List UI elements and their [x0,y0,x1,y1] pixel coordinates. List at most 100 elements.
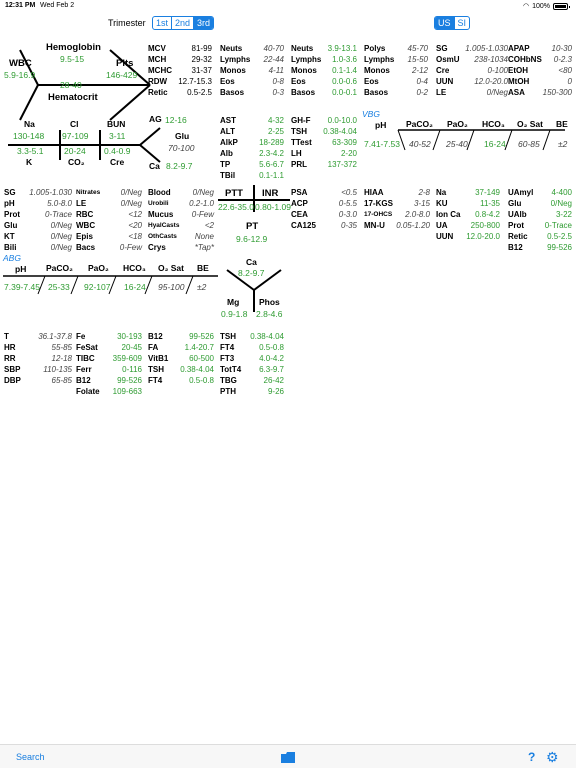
bmp-cl-label[interactable]: Cl [70,119,79,129]
lab-row[interactable]: SG 1.005-1.030 [4,187,72,198]
mineral-ca-label[interactable]: Ca [246,257,257,267]
lab-row[interactable]: FA 1.4-20.7 [148,342,214,353]
vbg-pao2-label[interactable]: PaO₂ [447,119,468,129]
bmp-cre-label[interactable]: Cre [110,157,124,167]
lab-row[interactable]: TP 5.6-6.7 [220,159,284,170]
abg-paco2-label[interactable]: PaCO₂ [46,263,73,273]
lab-row[interactable]: MCHC 31-37 [148,65,212,76]
lab-row[interactable]: HIAA 2-8 [364,187,430,198]
lab-row[interactable]: LE 0/Neg [76,198,142,209]
lab-row[interactable]: pH 5.0-8.0 [4,198,72,209]
lab-row[interactable]: WBC <20 [76,220,142,231]
bmp-ag-label[interactable]: AG [149,114,162,124]
lab-row[interactable]: Prot 0-Trace [4,209,72,220]
vbg-hco3-label[interactable]: HCO₃ [482,119,505,129]
lab-row[interactable]: MtOH 0 [508,76,572,87]
lab-row[interactable]: Bili 0/Neg [4,242,72,253]
lab-row[interactable]: Bacs 0-Few [76,242,142,253]
lab-row[interactable]: RR 12-18 [4,353,72,364]
bmp-bun-label[interactable]: BUN [107,119,125,129]
lab-row[interactable]: AlkP 18-289 [220,137,284,148]
lab-row[interactable]: B12 99-526 [148,331,214,342]
lab-row[interactable]: MCH 29-32 [148,54,212,65]
lab-row[interactable]: FeSat 20-45 [76,342,142,353]
lab-row[interactable]: HR 55-85 [4,342,72,353]
lab-row[interactable]: Blood 0/Neg [148,187,214,198]
lab-row[interactable]: Eos 0.0-0.6 [291,76,357,87]
lab-row[interactable]: Ferr 0-116 [76,364,142,375]
lab-row[interactable]: PSA <0.5 [291,187,357,198]
lab-row[interactable]: Retic 0.5-2.5 [508,231,572,242]
lab-row[interactable]: ACP 0-5.5 [291,198,357,209]
lab-row[interactable]: UAmyl 4-400 [508,187,572,198]
lab-row[interactable]: RBC <12 [76,209,142,220]
help-icon[interactable]: ? [528,750,535,764]
cbc-plts-label[interactable]: Plts [116,58,133,69]
lab-row[interactable]: Polys 45-70 [364,43,428,54]
lab-row[interactable]: LH 2-20 [291,148,357,159]
vbg-o2sat-label[interactable]: O₂ Sat [517,119,543,129]
lab-row[interactable]: SBP 110-135 [4,364,72,375]
lab-row[interactable]: Basos 0-3 [220,87,284,98]
cbc-hematocrit-label[interactable]: Hematocrit [48,92,98,103]
lab-row[interactable]: TotT4 6.3-9.7 [220,364,284,375]
lab-row[interactable]: Nitrates 0/Neg [76,187,142,198]
search-button[interactable]: Search [16,752,45,762]
lab-row[interactable]: ASA 150-300 [508,87,572,98]
lab-row[interactable]: UAlb 3-22 [508,209,572,220]
coag-pt-label[interactable]: PT [246,221,258,232]
lab-row[interactable]: TIBC 359-609 [76,353,142,364]
lab-row[interactable]: MN-U 0.05-1.20 [364,220,430,231]
lab-row[interactable]: LE 0/Neg [436,87,508,98]
lab-row[interactable]: Epis <18 [76,231,142,242]
lab-row[interactable]: TBil 0.1-1.1 [220,170,284,181]
lab-row[interactable]: Mucus 0-Few [148,209,214,220]
lab-row[interactable]: SG 1.005-1.030 [436,43,508,54]
lab-row[interactable]: RDW 12.7-15.3 [148,76,212,87]
coag-inr-label[interactable]: INR [262,188,278,199]
lab-row[interactable]: OthCasts None [148,231,214,242]
lab-row[interactable]: UA 250-800 [436,220,500,231]
lab-row[interactable]: TTest 63-309 [291,137,357,148]
lab-row[interactable]: Folate 109-663 [76,386,142,397]
lab-row[interactable]: TSH 0.38-4.04 [220,331,284,342]
lab-row[interactable]: PRL 137-372 [291,159,357,170]
lab-row[interactable]: OsmU 238-1034 [436,54,508,65]
abg-o2sat-label[interactable]: O₂ Sat [158,263,184,273]
lab-row[interactable]: UUN 12.0-20.0 [436,231,500,242]
lab-row[interactable]: 17-KGS 3-15 [364,198,430,209]
lab-row[interactable]: Ion Ca 0.8-4.2 [436,209,500,220]
lab-row[interactable]: ALT 2-25 [220,126,284,137]
lab-row[interactable]: Monos 2-12 [364,65,428,76]
lab-row[interactable]: Basos 0-2 [364,87,428,98]
lab-row[interactable]: Neuts 3.9-13.1 [291,43,357,54]
lab-row[interactable]: COHbNS 0-2.3 [508,54,572,65]
bmp-na-label[interactable]: Na [24,119,35,129]
lab-row[interactable]: APAP 10-30 [508,43,572,54]
lab-row[interactable]: Crys *Tap* [148,242,214,253]
cbc-hemoglobin-label[interactable]: Hemoglobin [46,42,101,53]
lab-row[interactable]: GH-F 0.0-10.0 [291,115,357,126]
lab-row[interactable]: KU 11-35 [436,198,500,209]
lab-row[interactable]: Lymphs 1.0-3.6 [291,54,357,65]
bmp-co2-label[interactable]: CO₂ [68,157,85,167]
lab-row[interactable]: FT4 0.5-0.8 [220,342,284,353]
vbg-ph-label[interactable]: pH [375,120,386,130]
mineral-mg-label[interactable]: Mg [227,297,239,307]
cbc-wbc-label[interactable]: WBC [9,58,32,69]
bmp-ca-label[interactable]: Ca [149,161,160,171]
lab-row[interactable]: EtOH <80 [508,65,572,76]
lab-row[interactable]: Fe 30-193 [76,331,142,342]
lab-row[interactable]: UUN 12.0-20.0 [436,76,508,87]
lab-row[interactable]: Retic 0.5-2.5 [148,87,212,98]
lab-row[interactable]: Glu 0/Neg [4,220,72,231]
lab-row[interactable]: Eos 0-4 [364,76,428,87]
lab-row[interactable]: TSH 0.38-4.04 [291,126,357,137]
lab-row[interactable]: TBG 26-42 [220,375,284,386]
abg-ph-label[interactable]: pH [15,264,26,274]
abg-hco3-label[interactable]: HCO₃ [123,263,146,273]
lab-row[interactable]: VitB1 60-500 [148,353,214,364]
lab-row[interactable]: Lymphs 22-44 [220,54,284,65]
lab-row[interactable]: Prot 0-Trace [508,220,572,231]
vbg-paco2-label[interactable]: PaCO₂ [406,119,433,129]
